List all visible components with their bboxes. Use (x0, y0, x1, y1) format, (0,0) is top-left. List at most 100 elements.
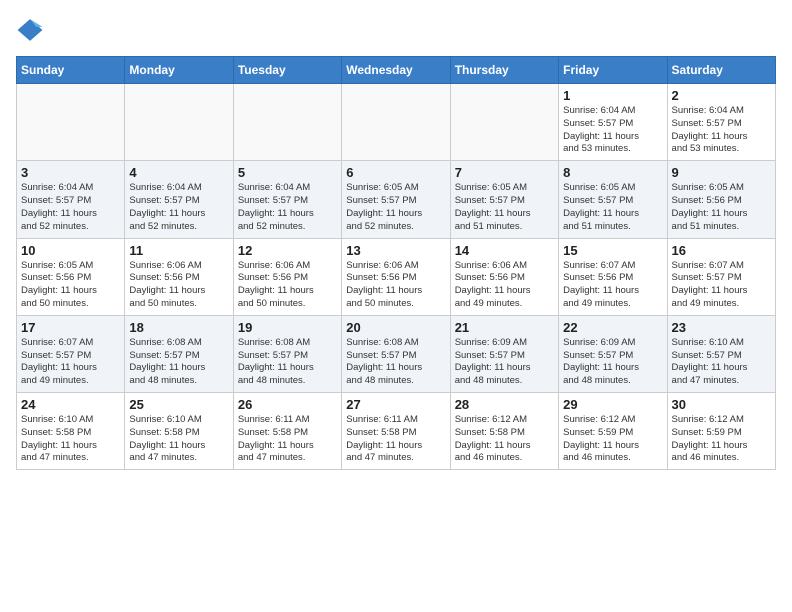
cell-content: Sunrise: 6:10 AM Sunset: 5:57 PM Dayligh… (672, 337, 771, 388)
calendar-cell: 21 Sunrise: 6:09 AM Sunset: 5:57 PM Dayli… (450, 315, 558, 392)
calendar-cell: 7Sunrise: 6:05 AM Sunset: 5:57 PM Daylig… (450, 161, 558, 238)
calendar-cell: 28 Sunrise: 6:12 AM Sunset: 5:58 PM Dayli… (450, 393, 558, 470)
cell-content: Sunrise: 6:04 AM Sunset: 5:57 PM Dayligh… (238, 182, 337, 233)
calendar-week-row: 1 Sunrise: 6:04 AM Sunset: 5:57 PM Daylig… (17, 84, 776, 161)
calendar-cell: 15 Sunrise: 6:07 AM Sunset: 5:56 PM Dayli… (559, 238, 667, 315)
calendar-header: SundayMondayTuesdayWednesdayThursdayFrid… (17, 57, 776, 84)
weekday-header-row: SundayMondayTuesdayWednesdayThursdayFrid… (17, 57, 776, 84)
cell-content: Sunrise: 6:07 AM Sunset: 5:57 PM Dayligh… (21, 337, 120, 388)
cell-content: Sunrise: 6:06 AM Sunset: 5:56 PM Dayligh… (455, 260, 554, 311)
calendar-cell: 1 Sunrise: 6:04 AM Sunset: 5:57 PM Daylig… (559, 84, 667, 161)
cell-content: Sunrise: 6:07 AM Sunset: 5:56 PM Dayligh… (563, 260, 662, 311)
logo (16, 16, 48, 44)
weekday-header: Saturday (667, 57, 775, 84)
cell-content: Sunrise: 6:05 AM Sunset: 5:57 PM Dayligh… (346, 182, 445, 233)
calendar-cell (125, 84, 233, 161)
calendar-cell: 10 Sunrise: 6:05 AM Sunset: 5:56 PM Dayli… (17, 238, 125, 315)
calendar-cell: 26 Sunrise: 6:11 AM Sunset: 5:58 PM Dayli… (233, 393, 341, 470)
day-number: 13 (346, 243, 445, 258)
day-number: 25 (129, 397, 228, 412)
day-number: 30 (672, 397, 771, 412)
calendar-cell: 20 Sunrise: 6:08 AM Sunset: 5:57 PM Dayli… (342, 315, 450, 392)
calendar-cell: 25 Sunrise: 6:10 AM Sunset: 5:58 PM Dayli… (125, 393, 233, 470)
calendar-table: SundayMondayTuesdayWednesdayThursdayFrid… (16, 56, 776, 470)
cell-content: Sunrise: 6:11 AM Sunset: 5:58 PM Dayligh… (238, 414, 337, 465)
weekday-header: Thursday (450, 57, 558, 84)
cell-content: Sunrise: 6:09 AM Sunset: 5:57 PM Dayligh… (455, 337, 554, 388)
cell-content: Sunrise: 6:08 AM Sunset: 5:57 PM Dayligh… (238, 337, 337, 388)
cell-content: Sunrise: 6:09 AM Sunset: 5:57 PM Dayligh… (563, 337, 662, 388)
cell-content: Sunrise: 6:06 AM Sunset: 5:56 PM Dayligh… (346, 260, 445, 311)
calendar-cell: 19Sunrise: 6:08 AM Sunset: 5:57 PM Dayli… (233, 315, 341, 392)
day-number: 15 (563, 243, 662, 258)
day-number: 5 (238, 165, 337, 180)
cell-content: Sunrise: 6:11 AM Sunset: 5:58 PM Dayligh… (346, 414, 445, 465)
day-number: 11 (129, 243, 228, 258)
calendar-cell: 12Sunrise: 6:06 AM Sunset: 5:56 PM Dayli… (233, 238, 341, 315)
day-number: 22 (563, 320, 662, 335)
day-number: 28 (455, 397, 554, 412)
day-number: 26 (238, 397, 337, 412)
cell-content: Sunrise: 6:05 AM Sunset: 5:57 PM Dayligh… (563, 182, 662, 233)
cell-content: Sunrise: 6:04 AM Sunset: 5:57 PM Dayligh… (21, 182, 120, 233)
calendar-cell (233, 84, 341, 161)
calendar-cell: 13 Sunrise: 6:06 AM Sunset: 5:56 PM Dayli… (342, 238, 450, 315)
calendar-cell: 29 Sunrise: 6:12 AM Sunset: 5:59 PM Dayli… (559, 393, 667, 470)
day-number: 3 (21, 165, 120, 180)
day-number: 6 (346, 165, 445, 180)
cell-content: Sunrise: 6:08 AM Sunset: 5:57 PM Dayligh… (129, 337, 228, 388)
day-number: 10 (21, 243, 120, 258)
cell-content: Sunrise: 6:04 AM Sunset: 5:57 PM Dayligh… (563, 105, 662, 156)
day-number: 4 (129, 165, 228, 180)
calendar-cell: 27 Sunrise: 6:11 AM Sunset: 5:58 PM Dayli… (342, 393, 450, 470)
cell-content: Sunrise: 6:12 AM Sunset: 5:59 PM Dayligh… (672, 414, 771, 465)
day-number: 20 (346, 320, 445, 335)
weekday-header: Tuesday (233, 57, 341, 84)
cell-content: Sunrise: 6:05 AM Sunset: 5:56 PM Dayligh… (21, 260, 120, 311)
day-number: 8 (563, 165, 662, 180)
cell-content: Sunrise: 6:05 AM Sunset: 5:56 PM Dayligh… (672, 182, 771, 233)
calendar-week-row: 10 Sunrise: 6:05 AM Sunset: 5:56 PM Dayli… (17, 238, 776, 315)
day-number: 21 (455, 320, 554, 335)
cell-content: Sunrise: 6:04 AM Sunset: 5:57 PM Dayligh… (672, 105, 771, 156)
day-number: 17 (21, 320, 120, 335)
calendar-week-row: 17 Sunrise: 6:07 AM Sunset: 5:57 PM Dayli… (17, 315, 776, 392)
calendar-cell: 8 Sunrise: 6:05 AM Sunset: 5:57 PM Daylig… (559, 161, 667, 238)
day-number: 1 (563, 88, 662, 103)
calendar-week-row: 3 Sunrise: 6:04 AM Sunset: 5:57 PM Daylig… (17, 161, 776, 238)
calendar-cell: 4 Sunrise: 6:04 AM Sunset: 5:57 PM Daylig… (125, 161, 233, 238)
cell-content: Sunrise: 6:12 AM Sunset: 5:58 PM Dayligh… (455, 414, 554, 465)
calendar-cell: 22 Sunrise: 6:09 AM Sunset: 5:57 PM Dayli… (559, 315, 667, 392)
cell-content: Sunrise: 6:10 AM Sunset: 5:58 PM Dayligh… (129, 414, 228, 465)
day-number: 29 (563, 397, 662, 412)
calendar-cell (17, 84, 125, 161)
weekday-header: Wednesday (342, 57, 450, 84)
cell-content: Sunrise: 6:12 AM Sunset: 5:59 PM Dayligh… (563, 414, 662, 465)
day-number: 16 (672, 243, 771, 258)
calendar-week-row: 24 Sunrise: 6:10 AM Sunset: 5:58 PM Dayli… (17, 393, 776, 470)
logo-icon (16, 16, 44, 44)
calendar-cell: 18Sunrise: 6:08 AM Sunset: 5:57 PM Dayli… (125, 315, 233, 392)
calendar-cell: 3 Sunrise: 6:04 AM Sunset: 5:57 PM Daylig… (17, 161, 125, 238)
cell-content: Sunrise: 6:04 AM Sunset: 5:57 PM Dayligh… (129, 182, 228, 233)
weekday-header: Sunday (17, 57, 125, 84)
calendar-cell: 30 Sunrise: 6:12 AM Sunset: 5:59 PM Dayli… (667, 393, 775, 470)
cell-content: Sunrise: 6:06 AM Sunset: 5:56 PM Dayligh… (238, 260, 337, 311)
calendar-cell: 14Sunrise: 6:06 AM Sunset: 5:56 PM Dayli… (450, 238, 558, 315)
day-number: 9 (672, 165, 771, 180)
calendar-cell: 11 Sunrise: 6:06 AM Sunset: 5:56 PM Dayli… (125, 238, 233, 315)
calendar-cell: 16 Sunrise: 6:07 AM Sunset: 5:57 PM Dayli… (667, 238, 775, 315)
day-number: 24 (21, 397, 120, 412)
calendar-cell: 17 Sunrise: 6:07 AM Sunset: 5:57 PM Dayli… (17, 315, 125, 392)
page-header (16, 16, 776, 44)
cell-content: Sunrise: 6:08 AM Sunset: 5:57 PM Dayligh… (346, 337, 445, 388)
calendar-cell: 9 Sunrise: 6:05 AM Sunset: 5:56 PM Daylig… (667, 161, 775, 238)
calendar-cell: 23Sunrise: 6:10 AM Sunset: 5:57 PM Dayli… (667, 315, 775, 392)
calendar-cell (342, 84, 450, 161)
calendar-cell (450, 84, 558, 161)
cell-content: Sunrise: 6:07 AM Sunset: 5:57 PM Dayligh… (672, 260, 771, 311)
cell-content: Sunrise: 6:06 AM Sunset: 5:56 PM Dayligh… (129, 260, 228, 311)
weekday-header: Monday (125, 57, 233, 84)
day-number: 27 (346, 397, 445, 412)
day-number: 2 (672, 88, 771, 103)
